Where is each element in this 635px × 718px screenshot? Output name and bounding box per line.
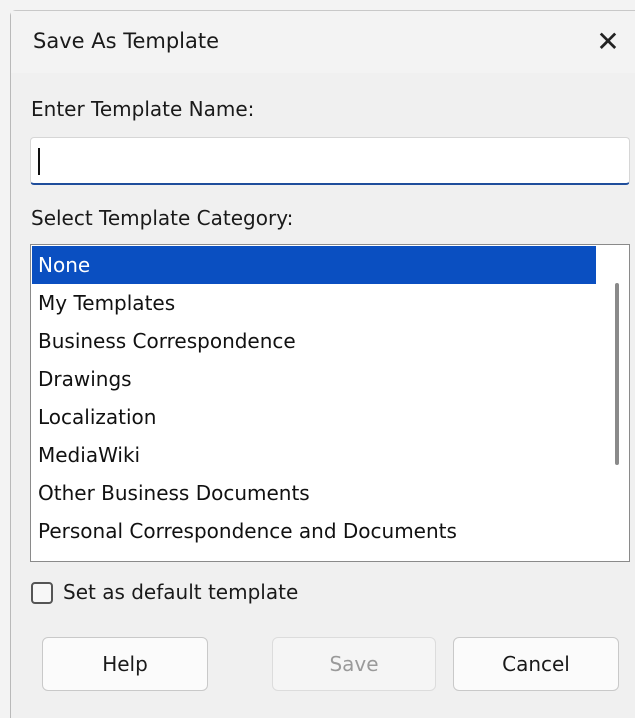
template-category-label: Select Template Category: — [31, 206, 294, 230]
help-button[interactable]: Help — [42, 637, 208, 691]
list-item-drawings[interactable]: Drawings — [32, 360, 596, 398]
title-bar: Save As Template ✕ — [11, 11, 635, 73]
text-caret — [38, 148, 40, 175]
save-as-template-dialog: Save As Template ✕ Enter Template Name: … — [10, 10, 635, 718]
cancel-button[interactable]: Cancel — [453, 637, 619, 691]
list-item-localization[interactable]: Localization — [32, 398, 596, 436]
list-item-my-templates[interactable]: My Templates — [32, 284, 596, 322]
scrollbar-thumb[interactable] — [615, 283, 619, 465]
list-scrollbar[interactable] — [605, 245, 629, 561]
template-name-label: Enter Template Name: — [31, 97, 255, 121]
list-item-personal-correspondence[interactable]: Personal Correspondence and Documents — [32, 512, 596, 550]
close-button[interactable]: ✕ — [586, 19, 630, 63]
save-button[interactable]: Save — [272, 637, 436, 691]
close-icon: ✕ — [596, 24, 620, 58]
list-item-other-business-documents[interactable]: Other Business Documents — [32, 474, 596, 512]
default-template-checkbox[interactable] — [31, 582, 53, 604]
list-item-none[interactable]: None — [32, 246, 596, 284]
list-item-business-correspondence[interactable]: Business Correspondence — [32, 322, 596, 360]
list-item-mediawiki[interactable]: MediaWiki — [32, 436, 596, 474]
default-template-label[interactable]: Set as default template — [63, 580, 298, 604]
dialog-title: Save As Template — [33, 29, 220, 53]
template-name-input[interactable] — [30, 137, 630, 185]
template-category-list[interactable]: None My Templates Business Correspondenc… — [30, 244, 630, 562]
